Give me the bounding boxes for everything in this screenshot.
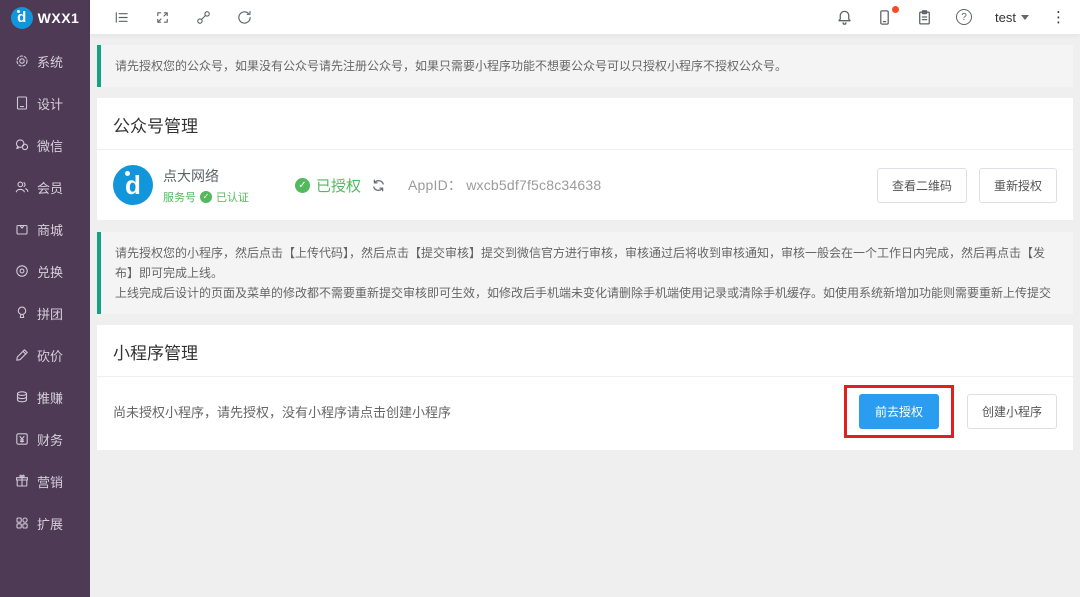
sidebar-item-label: 微信 — [37, 136, 63, 155]
official-account-panel: 公众号管理 d 点大网络 服务号 ✓ 已认证 — [97, 98, 1073, 220]
sidebar-item-label: 财务 — [37, 430, 63, 449]
sidebar-item-system[interactable]: 系统 — [0, 40, 90, 82]
app-logo[interactable]: d WXX1 — [0, 0, 90, 35]
user-dropdown[interactable]: test — [995, 10, 1029, 25]
link-icon[interactable] — [194, 8, 212, 26]
sidebar-item-label: 商城 — [37, 220, 63, 239]
notice-text: 请先授权您的公众号，如果没有公众号请先注册公众号，如果只需要小程序功能不想要公众… — [115, 59, 787, 73]
miniprogram-notice: 请先授权您的小程序，然后点击【上传代码】，然后点击【提交审核】提交到微信官方进行… — [97, 232, 1073, 314]
content-area: 请先授权您的公众号，如果没有公众号请先注册公众号，如果只需要小程序功能不想要公众… — [90, 35, 1080, 597]
sidebar-item-label: 砍价 — [37, 346, 63, 365]
brand-logo-icon: d — [11, 7, 33, 29]
extend-icon — [14, 515, 30, 531]
gear-icon — [14, 53, 30, 69]
user-name: test — [995, 10, 1016, 25]
highlight-box: 前去授权 — [844, 385, 954, 438]
logo-dot — [17, 10, 20, 13]
commission-icon — [14, 389, 30, 405]
app-window: d WXX1 系统 设计 微信 会员 商城 — [0, 0, 1080, 597]
sidebar-item-label: 营销 — [37, 472, 63, 491]
marketing-icon — [14, 473, 30, 489]
topbar: ? test ⋮ — [90, 0, 1080, 35]
groupbuy-icon — [14, 305, 30, 321]
panel-title: 小程序管理 — [97, 325, 1073, 377]
sidebar-item-groupbuy[interactable]: 拼团 — [0, 292, 90, 334]
sidebar-item-mall[interactable]: 商城 — [0, 208, 90, 250]
mobile-icon[interactable] — [875, 8, 893, 26]
sidebar-nav: 系统 设计 微信 会员 商城 兑换 — [0, 35, 90, 544]
finance-icon — [14, 431, 30, 447]
authorized-label: 已授权 — [316, 175, 361, 196]
authorized-check-icon: ✓ — [295, 178, 310, 193]
create-miniprogram-button[interactable]: 创建小程序 — [967, 394, 1057, 429]
app-title: WXX1 — [38, 10, 80, 26]
fullscreen-icon[interactable] — [153, 8, 171, 26]
miniprogram-hint: 尚未授权小程序，请先授权，没有小程序请点击创建小程序 — [113, 402, 451, 421]
sidebar-item-label: 推赚 — [37, 388, 63, 407]
panel-title: 公众号管理 — [97, 98, 1073, 150]
sidebar-item-wechat[interactable]: 微信 — [0, 124, 90, 166]
sidebar-item-bargain[interactable]: 砍价 — [0, 334, 90, 376]
avatar-dot — [125, 171, 130, 176]
collapse-menu-icon[interactable] — [112, 8, 130, 26]
go-authorize-button[interactable]: 前去授权 — [859, 394, 939, 429]
sidebar-item-marketing[interactable]: 营销 — [0, 460, 90, 502]
sidebar-item-design[interactable]: 设计 — [0, 82, 90, 124]
appid-value: AppID： wxcb5df7f5c8c34638 — [408, 175, 601, 195]
notification-dot — [892, 6, 899, 13]
sidebar-item-label: 系统 — [37, 52, 63, 71]
chevron-down-icon — [1021, 15, 1029, 20]
account-type: 服务号 — [163, 189, 196, 205]
sidebar: d WXX1 系统 设计 微信 会员 商城 — [0, 0, 90, 597]
verified-label: 已认证 — [216, 189, 249, 205]
bell-icon[interactable] — [835, 8, 853, 26]
refresh-icon[interactable] — [235, 8, 253, 26]
notice-line-2: 上线完成后设计的页面及菜单的修改都不需要重新提交审核即可生效，如修改后手机端未变… — [115, 283, 1059, 303]
sidebar-item-member[interactable]: 会员 — [0, 166, 90, 208]
sidebar-item-label: 拼团 — [37, 304, 63, 323]
official-account-notice: 请先授权您的公众号，如果没有公众号请先注册公众号，如果只需要小程序功能不想要公众… — [97, 45, 1073, 87]
exchange-icon — [14, 263, 30, 279]
notice-line-1: 请先授权您的小程序，然后点击【上传代码】，然后点击【提交审核】提交到微信官方进行… — [115, 243, 1059, 283]
sidebar-item-extend[interactable]: 扩展 — [0, 502, 90, 544]
bargain-icon — [14, 347, 30, 363]
mall-icon — [14, 221, 30, 237]
sidebar-item-exchange[interactable]: 兑换 — [0, 250, 90, 292]
sidebar-item-label: 设计 — [37, 94, 63, 113]
sidebar-item-commission[interactable]: 推赚 — [0, 376, 90, 418]
account-avatar: d — [113, 165, 153, 205]
sidebar-item-label: 扩展 — [37, 514, 63, 533]
clipboard-icon[interactable] — [915, 8, 933, 26]
miniprogram-panel: 小程序管理 尚未授权小程序，请先授权，没有小程序请点击创建小程序 前去授权 创建… — [97, 325, 1073, 450]
sidebar-item-finance[interactable]: 财务 — [0, 418, 90, 460]
account-name: 点大网络 — [163, 166, 249, 186]
more-options-icon[interactable]: ⋮ — [1051, 10, 1066, 25]
design-icon — [14, 95, 30, 111]
verified-check-icon: ✓ — [200, 191, 212, 203]
sidebar-item-label: 会员 — [37, 178, 63, 197]
sidebar-item-label: 兑换 — [37, 262, 63, 281]
member-icon — [14, 179, 30, 195]
refresh-auth-icon[interactable] — [371, 178, 386, 193]
reauthorize-button[interactable]: 重新授权 — [979, 168, 1057, 203]
help-icon[interactable]: ? — [955, 8, 973, 26]
wechat-icon — [14, 137, 30, 153]
view-qrcode-button[interactable]: 查看二维码 — [877, 168, 967, 203]
